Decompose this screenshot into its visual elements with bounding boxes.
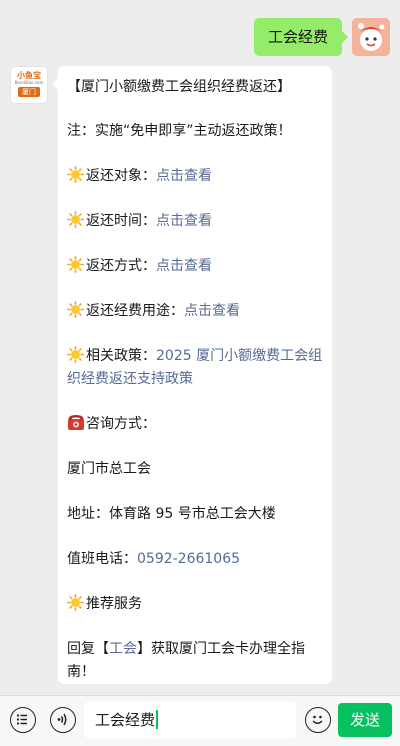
emoji-icon[interactable] (305, 707, 331, 733)
recommend-heading: 推荐服务 (67, 593, 324, 616)
voice-icon[interactable] (50, 707, 76, 733)
item-label: 返还经费用途： (86, 303, 184, 319)
sun-icon (67, 301, 84, 318)
outgoing-message-bubble[interactable]: 工会经费 (253, 18, 349, 56)
consult-label: 咨询方式： (86, 416, 156, 432)
reply-instruction: 回复【工会】获取厦门工会卡办理全指南！ (67, 638, 324, 684)
menu-icon[interactable] (10, 707, 36, 733)
text-caret (156, 710, 158, 729)
view-link-method[interactable]: 点击查看 (156, 258, 212, 274)
address-text: 地址：体育路 95 号市总工会大楼 (67, 506, 276, 522)
item-label: 返还方式： (86, 258, 156, 274)
list-item-policy: 相关政策：2025 厦门小额缴费工会组织经费返还支持政策 (67, 345, 324, 391)
sun-icon (67, 256, 84, 273)
item-label: 返还对象： (86, 168, 156, 184)
incoming-message-bubble: 【厦门小额缴费工会组织经费返还】 注：实施“免申即享”主动返还政策！ 返还对象：… (52, 66, 332, 684)
view-link-target[interactable]: 点击查看 (156, 168, 212, 184)
send-button[interactable]: 发送 (338, 703, 392, 737)
input-text: 工会经费 (95, 711, 156, 729)
item-label: 返还时间： (86, 213, 156, 229)
article-title: 【厦门小额缴费工会组织经费返还】 (67, 79, 291, 95)
phone-number-link[interactable]: 0592-2661065 (137, 551, 240, 567)
message-input[interactable]: 工会经费 (84, 702, 296, 738)
phone-label: 值班电话： (67, 551, 137, 567)
policy-label: 相关政策： (86, 348, 156, 364)
sun-icon (67, 166, 84, 183)
user-avatar[interactable] (352, 18, 390, 56)
sender-logo-site: BendiBao.com (14, 80, 44, 85)
chat-input-bar: 工会经费 发送 (0, 695, 400, 746)
view-link-time[interactable]: 点击查看 (156, 213, 212, 229)
list-item-target: 返还对象：点击查看 (67, 165, 324, 188)
outgoing-message-row: 工会经费 (253, 18, 390, 56)
sender-avatar[interactable]: 小鱼宝 BendiBao.com 厦门 (10, 66, 48, 104)
sender-logo-city: 厦门 (18, 87, 40, 97)
consult-heading: 咨询方式： (67, 413, 324, 436)
recommend-label: 推荐服务 (86, 596, 142, 612)
sun-icon (67, 346, 84, 363)
list-item-time: 返还时间：点击查看 (67, 210, 324, 233)
sun-icon (67, 594, 84, 611)
list-item-method: 返还方式：点击查看 (67, 255, 324, 278)
article-note: 注：实施“免申即享”主动返还政策！ (67, 123, 292, 139)
list-item-usage: 返还经费用途：点击查看 (67, 300, 324, 323)
sun-icon (67, 211, 84, 228)
sender-logo-name: 小鱼宝 (17, 71, 41, 80)
telephone-icon (68, 415, 84, 430)
reply-keyword-link[interactable]: 工会 (109, 641, 137, 657)
reply-prefix: 回复【 (67, 641, 109, 657)
view-link-usage[interactable]: 点击查看 (184, 303, 240, 319)
organization-name: 厦门市总工会 (67, 461, 151, 477)
phone-line: 值班电话：0592-2661065 (67, 548, 324, 571)
